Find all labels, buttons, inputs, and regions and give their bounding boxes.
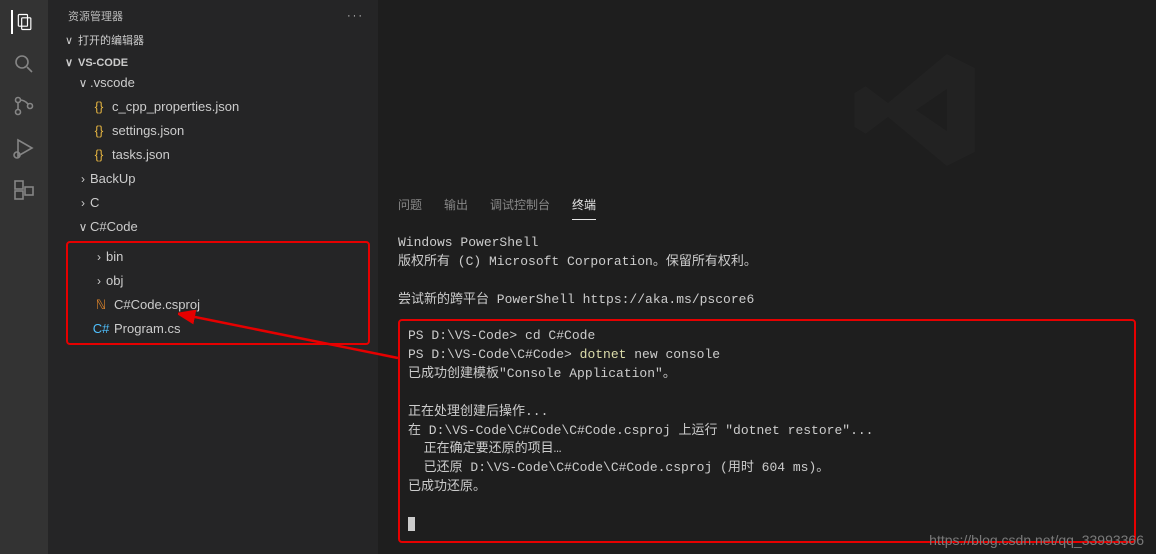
file-label: tasks.json: [112, 145, 170, 165]
terminal-line: PS D:\VS-Code> cd C#Code: [408, 327, 1126, 346]
more-actions-icon[interactable]: ···: [347, 10, 364, 22]
terminal-line: [408, 497, 1126, 516]
folder-label: C: [90, 193, 99, 213]
sidebar-title: 资源管理器: [68, 8, 123, 24]
workspace-root-label: VS-CODE: [78, 57, 128, 69]
terminal-line: [398, 272, 1136, 291]
terminal-line: 在 D:\VS-Code\C#Code\C#Code.csproj 上运行 "d…: [408, 422, 1126, 441]
explorer-sidebar: 资源管理器 ··· ∨ 打开的编辑器 ∨ VS-CODE ∨ .vscode {…: [48, 0, 378, 554]
source-control-icon[interactable]: [12, 94, 36, 118]
debug-icon[interactable]: [12, 136, 36, 160]
file-item[interactable]: C# Program.cs: [68, 317, 368, 341]
folder-item[interactable]: › obj: [68, 269, 368, 293]
workspace-root-section[interactable]: ∨ VS-CODE: [48, 54, 378, 71]
tab-debug-console[interactable]: 调试控制台: [490, 196, 550, 220]
json-icon: {}: [90, 121, 108, 141]
terminal-line: 尝试新的跨平台 PowerShell https://aka.ms/pscore…: [398, 291, 1136, 310]
folder-item[interactable]: › C: [48, 191, 378, 215]
terminal-line: 已还原 D:\VS-Code\C#Code\C#Code.csproj (用时 …: [408, 459, 1126, 478]
terminal-line: 正在确定要还原的项目…: [408, 440, 1126, 459]
terminal-line: Windows PowerShell: [398, 234, 1136, 253]
folder-csharp[interactable]: ∨ C#Code: [48, 215, 378, 239]
json-icon: {}: [90, 97, 108, 117]
terminal-line: 已成功创建模板"Console Application"。: [408, 365, 1126, 384]
highlighted-folder-contents: › bin › obj ℕ C#Code.csproj C# Program.c…: [66, 241, 370, 345]
tab-output[interactable]: 输出: [444, 196, 468, 220]
file-label: c_cpp_properties.json: [112, 97, 239, 117]
file-label: C#Code.csproj: [114, 295, 200, 315]
folder-label: obj: [106, 271, 123, 291]
file-item[interactable]: {} c_cpp_properties.json: [48, 95, 378, 119]
file-label: settings.json: [112, 121, 184, 141]
panel-tabs: 问题 输出 调试控制台 终端: [378, 190, 1156, 220]
chevron-down-icon: ∨: [76, 73, 90, 93]
folder-label: .vscode: [90, 73, 135, 93]
cursor-icon: [408, 517, 415, 531]
activity-bar: [0, 0, 48, 554]
chevron-right-icon: ›: [92, 271, 106, 291]
file-item[interactable]: {} settings.json: [48, 119, 378, 143]
sidebar-header: 资源管理器 ···: [48, 0, 378, 30]
main-area: 问题 输出 调试控制台 终端 Windows PowerShell 版权所有 (…: [378, 0, 1156, 554]
tab-problems[interactable]: 问题: [398, 196, 422, 220]
terminal-line: [408, 384, 1126, 403]
empty-editor: [378, 0, 1156, 190]
file-item[interactable]: ℕ C#Code.csproj: [68, 293, 368, 317]
search-icon[interactable]: [12, 52, 36, 76]
highlighted-terminal-block: PS D:\VS-Code> cd C#Code PS D:\VS-Code\C…: [398, 319, 1136, 542]
file-item[interactable]: {} tasks.json: [48, 143, 378, 167]
chevron-down-icon: ∨: [62, 56, 76, 69]
folder-item[interactable]: › BackUp: [48, 167, 378, 191]
vscode-logo-icon: [846, 40, 986, 183]
folder-vscode[interactable]: ∨ .vscode: [48, 71, 378, 95]
csproj-icon: ℕ: [92, 295, 110, 315]
terminal-line: 正在处理创建后操作...: [408, 403, 1126, 422]
json-icon: {}: [90, 145, 108, 165]
open-editors-label: 打开的编辑器: [78, 32, 144, 48]
tab-terminal[interactable]: 终端: [572, 196, 596, 220]
terminal-line: PS D:\VS-Code\C#Code> dotnet new console: [408, 346, 1126, 365]
chevron-right-icon: ›: [76, 193, 90, 213]
terminal-line: 版权所有 (C) Microsoft Corporation。保留所有权利。: [398, 253, 1136, 272]
folder-label: C#Code: [90, 217, 138, 237]
chevron-down-icon: ∨: [76, 217, 90, 237]
file-tree: ∨ .vscode {} c_cpp_properties.json {} se…: [48, 71, 378, 347]
extensions-icon[interactable]: [12, 178, 36, 202]
file-label: Program.cs: [114, 319, 180, 339]
watermark-text: https://blog.csdn.net/qq_33993366: [929, 532, 1144, 548]
terminal[interactable]: Windows PowerShell 版权所有 (C) Microsoft Co…: [378, 220, 1156, 553]
folder-item[interactable]: › bin: [68, 245, 368, 269]
explorer-icon[interactable]: [11, 10, 35, 34]
chevron-down-icon: ∨: [62, 34, 76, 47]
open-editors-section[interactable]: ∨ 打开的编辑器: [48, 30, 378, 50]
folder-label: bin: [106, 247, 123, 267]
folder-label: BackUp: [90, 169, 136, 189]
chevron-right-icon: ›: [92, 247, 106, 267]
chevron-right-icon: ›: [76, 169, 90, 189]
csharp-icon: C#: [92, 319, 110, 339]
terminal-line: 已成功还原。: [408, 478, 1126, 497]
